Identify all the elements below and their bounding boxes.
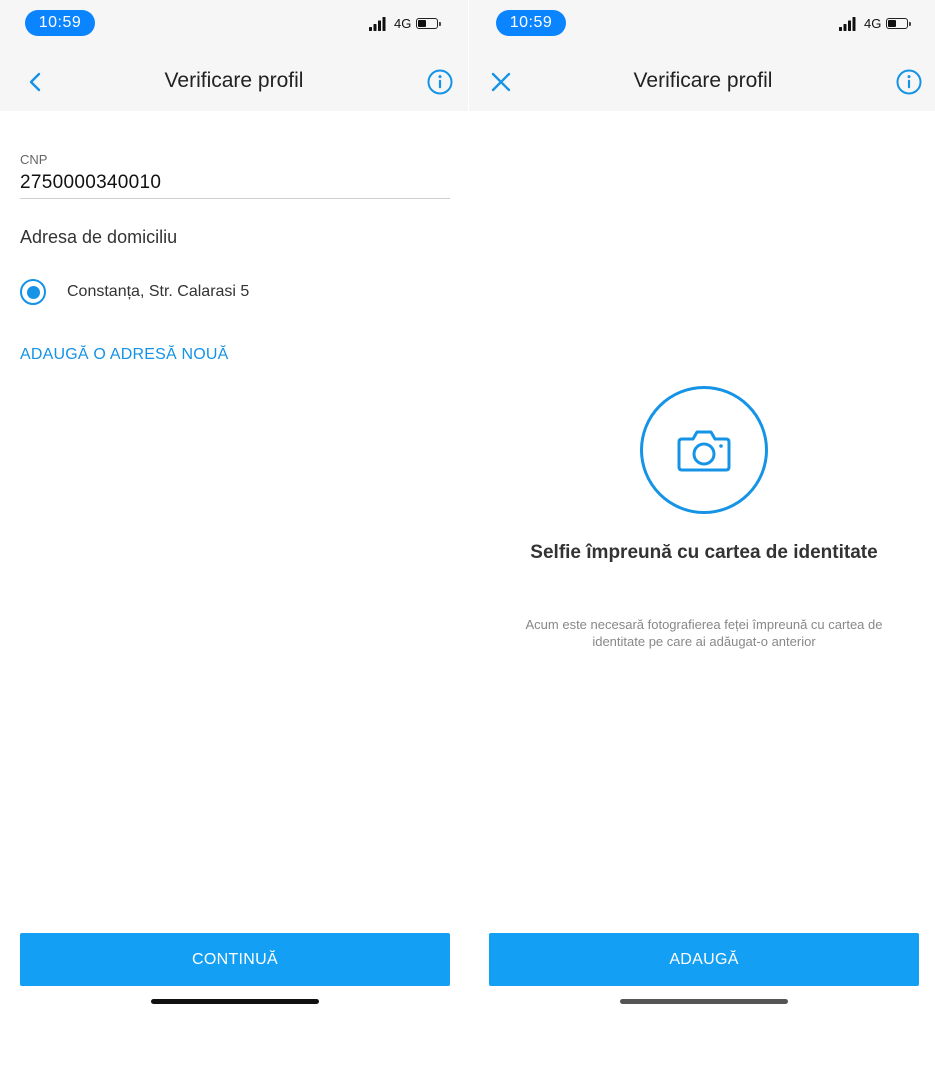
home-indicator xyxy=(620,999,788,1004)
address-option[interactable]: Constanța, Str. Calarasi 5 xyxy=(20,279,249,305)
screen-selfie: 10:59 4G Verificare profil Selfie împreu… xyxy=(469,0,935,1080)
signal-icon xyxy=(839,16,856,31)
add-button[interactable]: ADAUGĂ xyxy=(489,933,919,986)
status-time: 10:59 xyxy=(496,10,566,36)
battery-icon xyxy=(886,18,912,29)
address-section-title: Adresa de domiciliu xyxy=(20,227,178,247)
top-bar: 10:59 4G Verificare profil xyxy=(0,0,468,111)
battery-icon xyxy=(416,18,442,29)
status-indicators: 4G xyxy=(839,16,912,31)
cnp-label: CNP xyxy=(20,152,48,167)
address-option-label: Constanța, Str. Calarasi 5 xyxy=(67,283,250,300)
continue-button[interactable]: CONTINUĂ xyxy=(20,933,450,986)
cnp-field[interactable]: 2750000340010 xyxy=(20,172,161,194)
cnp-underline xyxy=(20,198,450,199)
top-bar: 10:59 4G Verificare profil xyxy=(469,0,935,111)
status-indicators: 4G xyxy=(369,16,442,31)
camera-icon xyxy=(677,430,731,472)
selfie-description: Acum este necesară fotografierea feței î… xyxy=(525,617,883,649)
network-label: 4G xyxy=(394,16,412,31)
info-icon[interactable] xyxy=(896,69,922,95)
signal-icon xyxy=(369,16,386,31)
camera-button[interactable] xyxy=(640,386,768,514)
home-indicator xyxy=(151,999,319,1004)
page-title: Verificare profil xyxy=(633,69,773,92)
network-label: 4G xyxy=(864,16,882,31)
selfie-heading: Selfie împreună cu cartea de identitate xyxy=(530,542,878,563)
info-icon[interactable] xyxy=(427,69,453,95)
radio-selected-icon[interactable] xyxy=(20,279,46,305)
status-time: 10:59 xyxy=(25,10,95,36)
add-address-link[interactable]: ADAUGĂ O ADRESĂ NOUĂ xyxy=(20,346,229,364)
screen-address: 10:59 4G Verificare profil CNP 275000034… xyxy=(0,0,468,1080)
page-title: Verificare profil xyxy=(164,69,304,92)
